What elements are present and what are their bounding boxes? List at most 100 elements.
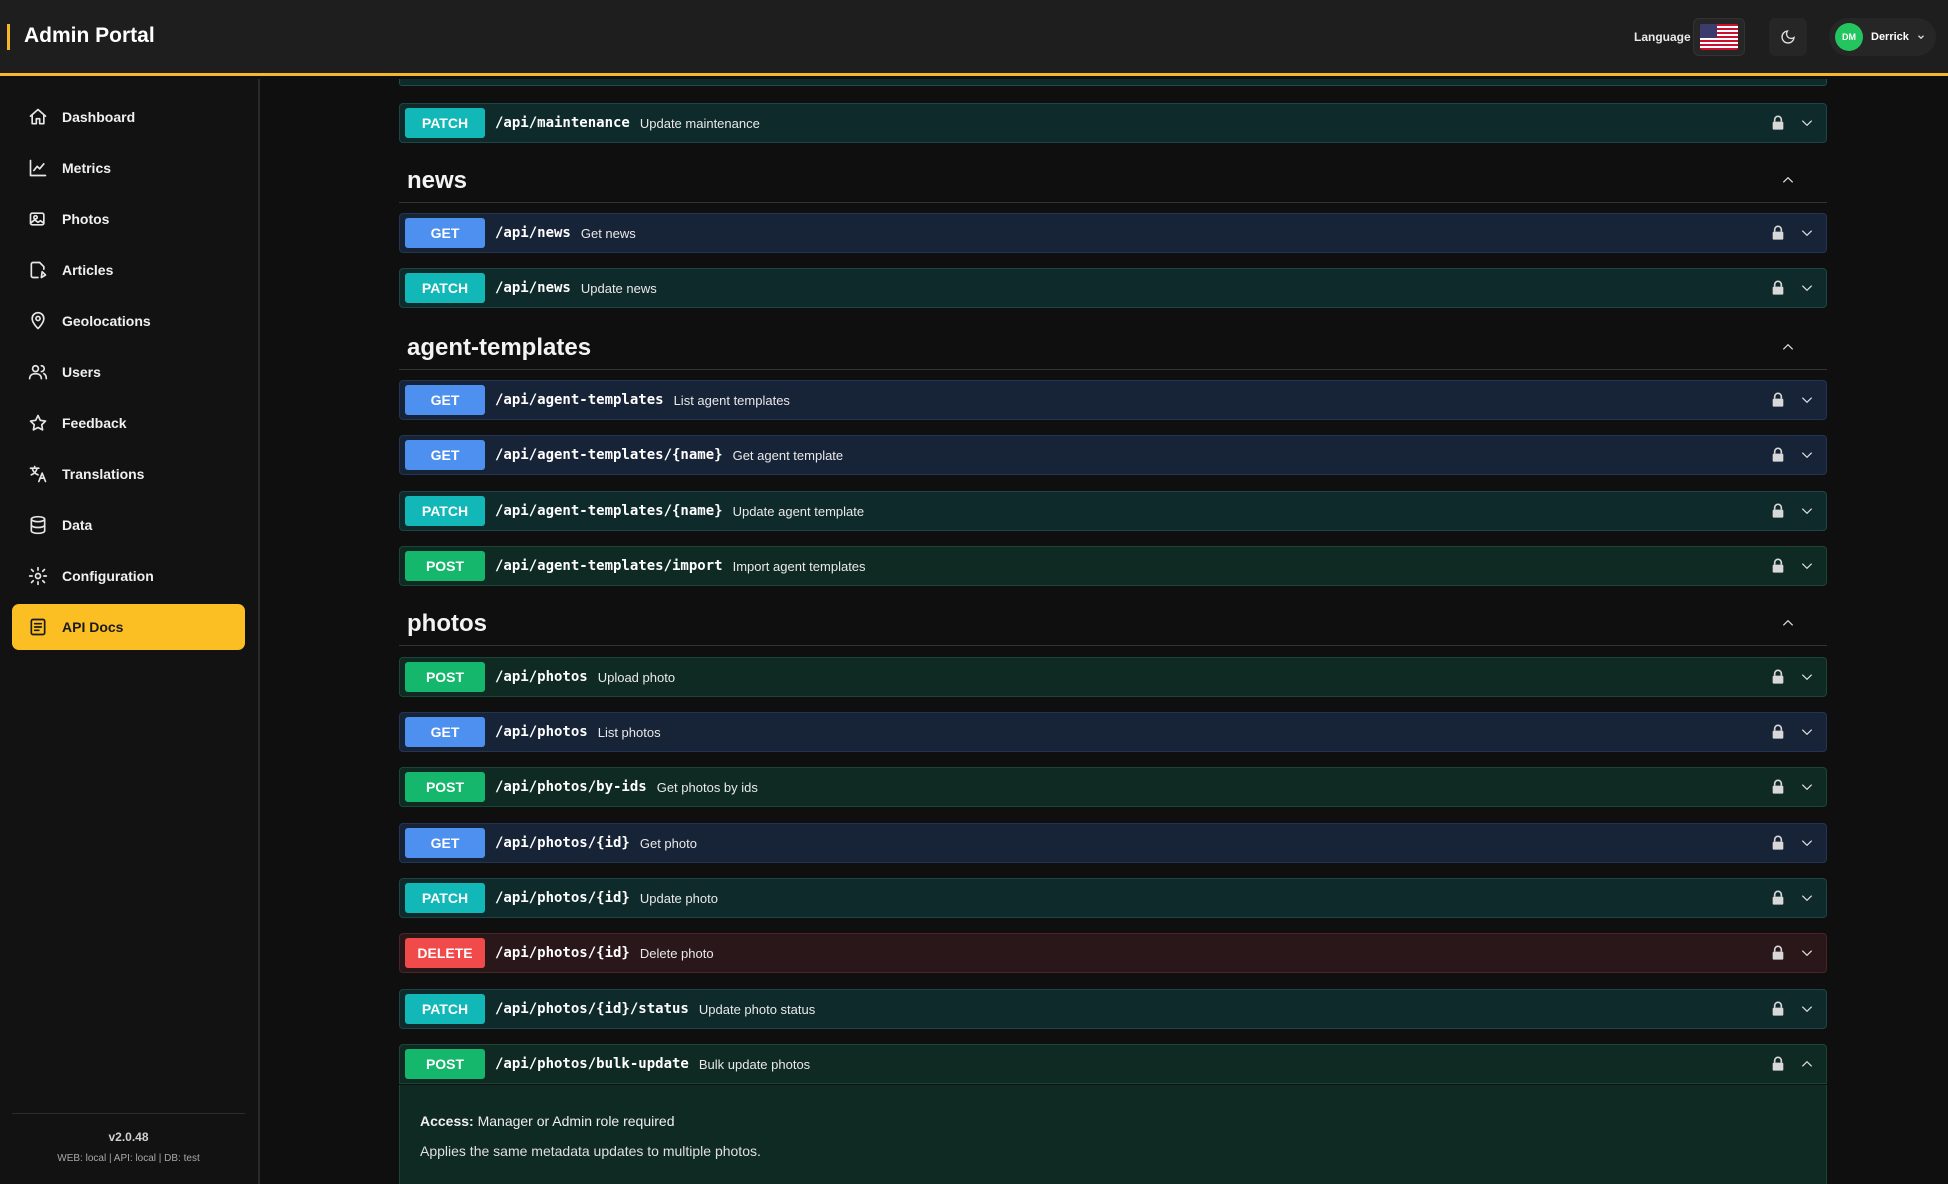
operation-path: /api/agent-templates/import <box>495 558 723 574</box>
chevron-up-icon[interactable] <box>1798 1057 1816 1071</box>
lock-icon[interactable] <box>1770 1055 1786 1073</box>
sidebar-item-feedback[interactable]: Feedback <box>12 400 245 446</box>
chevron-up-icon[interactable] <box>1779 340 1797 354</box>
chevron-down-icon[interactable] <box>1798 946 1816 960</box>
sidebar-item-label: Users <box>62 364 101 380</box>
chevron-down-icon[interactable] <box>1798 559 1816 573</box>
operation-path: /api/agent-templates/{name} <box>495 503 723 519</box>
chevron-down-icon[interactable] <box>1798 780 1816 794</box>
lock-icon[interactable] <box>1770 668 1786 686</box>
operation-row[interactable]: POST/api/photos/bulk-update Bulk update p… <box>399 1044 1827 1084</box>
lock-icon[interactable] <box>1770 279 1786 297</box>
operation-path: /api/photos/{id} <box>495 945 630 961</box>
chevron-down-icon[interactable] <box>1798 448 1816 462</box>
operation-row[interactable]: GET/api/agent-templates List agent templa… <box>399 380 1827 420</box>
user-menu-button[interactable]: DM Derrick <box>1829 18 1936 56</box>
operation-summary: Update maintenance <box>639 115 760 131</box>
method-badge: GET <box>405 218 485 248</box>
chart-icon <box>29 159 47 177</box>
sidebar-item-data[interactable]: Data <box>12 502 245 548</box>
sidebar-item-translations[interactable]: Translations <box>12 451 245 497</box>
chevron-down-icon[interactable] <box>1798 836 1816 850</box>
top-bar: Admin Portal Language DM Derrick <box>0 0 1948 76</box>
operation-row[interactable]: GET/api/photos List photos <box>399 712 1827 752</box>
chevron-down-icon[interactable] <box>1798 504 1816 518</box>
home-icon <box>29 108 47 125</box>
lock-icon[interactable] <box>1770 1000 1786 1018</box>
sidebar-item-label: Articles <box>62 262 114 278</box>
section-header-photos[interactable]: photos <box>399 602 1827 646</box>
sidebar-item-photos[interactable]: Photos <box>12 196 245 242</box>
operation-row[interactable]: POST/api/agent-templates/import Import ag… <box>399 546 1827 586</box>
operation-row[interactable]: GET/api/photos/{id} Get photo <box>399 823 1827 863</box>
operation-summary: Get photos by ids <box>656 779 758 795</box>
star-icon <box>29 414 47 431</box>
sidebar-item-api-docs[interactable]: API Docs <box>12 604 245 650</box>
lock-icon[interactable] <box>1770 391 1786 409</box>
access-label: Access: <box>420 1113 474 1129</box>
language-selector-button[interactable] <box>1693 18 1745 56</box>
operation-summary: List agent templates <box>673 392 790 408</box>
method-badge: PATCH <box>405 273 485 303</box>
operation-row[interactable]: PATCH/api/photos/{id}/status Update photo… <box>399 989 1827 1029</box>
operation-row[interactable]: POST/api/photos Upload photo <box>399 657 1827 697</box>
operation-path: /api/news <box>495 280 571 296</box>
operation-summary: Get agent template <box>732 447 844 463</box>
lock-icon[interactable] <box>1770 502 1786 520</box>
chevron-up-icon[interactable] <box>1779 616 1797 630</box>
method-badge: POST <box>405 551 485 581</box>
sidebar-item-configuration[interactable]: Configuration <box>12 553 245 599</box>
operation-row[interactable]: GET/api/agent-templates/{name} Get agent … <box>399 435 1827 475</box>
section-title: photos <box>407 610 487 637</box>
sidebar-item-metrics[interactable]: Metrics <box>12 145 245 191</box>
version-label: v2.0.48 <box>108 1130 149 1144</box>
sidebar-item-label: Configuration <box>62 568 154 584</box>
operation-row[interactable]: DELETE/api/photos/{id} Delete photo <box>399 933 1827 973</box>
operation-row[interactable]: POST/api/photos/by-ids Get photos by ids <box>399 767 1827 807</box>
operation-row[interactable]: PATCH/api/agent-templates/{name} Update a… <box>399 491 1827 531</box>
lock-icon[interactable] <box>1770 723 1786 741</box>
lock-icon[interactable] <box>1770 446 1786 464</box>
lock-icon[interactable] <box>1770 114 1786 132</box>
operation-description: Applies the same metadata updates to mul… <box>420 1143 761 1159</box>
sidebar-item-users[interactable]: Users <box>12 349 245 395</box>
chevron-down-icon[interactable] <box>1798 670 1816 684</box>
chevron-down-icon[interactable] <box>1798 226 1816 240</box>
chevron-down-icon[interactable] <box>1798 891 1816 905</box>
method-badge: PATCH <box>405 496 485 526</box>
sidebar-item-dashboard[interactable]: Dashboard <box>12 94 245 140</box>
operation-row[interactable]: PATCH/api/news Update news <box>399 268 1827 308</box>
translate-icon <box>29 465 47 483</box>
lock-icon[interactable] <box>1770 944 1786 962</box>
operation-row[interactable]: GET/api/news Get news <box>399 213 1827 253</box>
sidebar-item-label: Data <box>62 517 93 533</box>
chevron-down-icon[interactable] <box>1798 116 1816 130</box>
lock-icon[interactable] <box>1770 889 1786 907</box>
chevron-down-icon[interactable] <box>1798 281 1816 295</box>
api-docs-main: PATCH/api/maintenance Update maintenance n… <box>262 79 1948 1184</box>
chevron-down-icon[interactable] <box>1798 1002 1816 1016</box>
section-title: news <box>407 167 468 194</box>
section-header-agent-templates[interactable]: agent-templates <box>399 326 1827 370</box>
section-header-news[interactable]: news <box>399 159 1827 203</box>
operation-path: /api/photos/{id} <box>495 835 630 851</box>
partial-operation-row[interactable] <box>399 79 1827 86</box>
us-flag-icon <box>1700 24 1738 50</box>
lock-icon[interactable] <box>1770 834 1786 852</box>
chevron-down-icon[interactable] <box>1798 393 1816 407</box>
sidebar-item-articles[interactable]: Articles <box>12 247 245 293</box>
operation-row[interactable]: PATCH/api/maintenance Update maintenance <box>399 103 1827 143</box>
operation-row[interactable]: PATCH/api/photos/{id} Update photo <box>399 878 1827 918</box>
sidebar-item-label: Dashboard <box>62 109 136 125</box>
lock-icon[interactable] <box>1770 224 1786 242</box>
lock-icon[interactable] <box>1770 778 1786 796</box>
theme-toggle-button[interactable] <box>1769 18 1807 56</box>
sidebar-item-label: Translations <box>62 466 145 482</box>
method-badge: POST <box>405 772 485 802</box>
operation-path: /api/news <box>495 225 571 241</box>
chevron-down-icon[interactable] <box>1798 725 1816 739</box>
lock-icon[interactable] <box>1770 557 1786 575</box>
app-title: Admin Portal <box>24 24 155 47</box>
sidebar-item-geolocations[interactable]: Geolocations <box>12 298 245 344</box>
chevron-up-icon[interactable] <box>1779 173 1797 187</box>
